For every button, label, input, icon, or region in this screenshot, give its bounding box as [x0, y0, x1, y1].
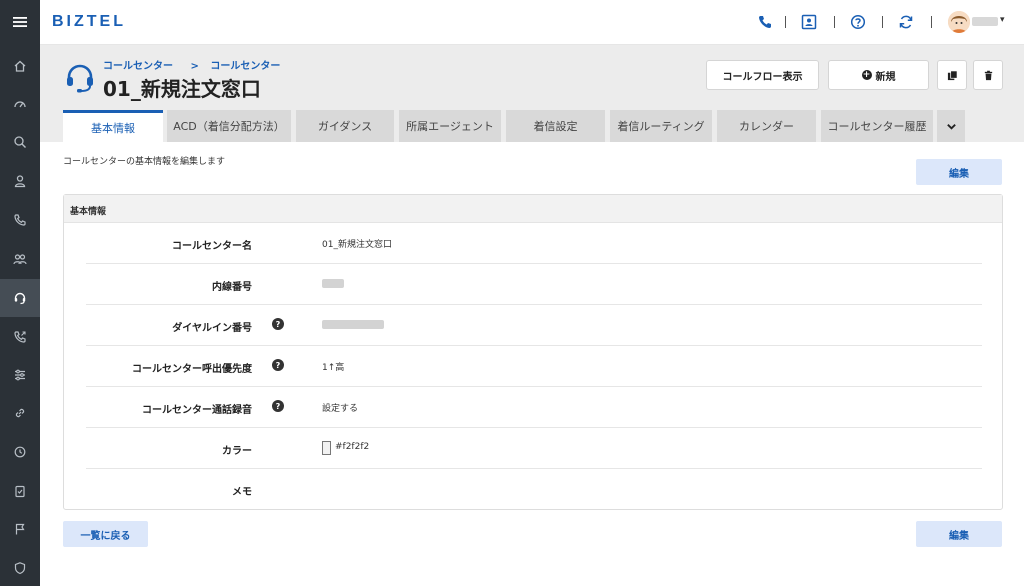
tab-label: 所属エージェント: [406, 120, 494, 133]
page-header: コールセンター > コールセンター 01_新規注文窓口 コールフロー表示 + 新…: [40, 45, 1024, 142]
tab-calendar[interactable]: カレンダー: [717, 110, 816, 142]
user-avatar-icon[interactable]: [948, 11, 970, 33]
phone-icon[interactable]: [756, 13, 774, 31]
row-label: カラー: [222, 446, 252, 457]
tab-incoming-settings[interactable]: 着信設定: [506, 110, 605, 142]
row-value: #f2f2f2: [335, 442, 370, 452]
callflow-button[interactable]: コールフロー表示: [706, 60, 819, 90]
breadcrumb-item[interactable]: コールセンター: [210, 61, 280, 72]
info-row-priority: コールセンター呼出優先度 ? 1↑高: [86, 346, 982, 387]
toolbar-divider: [882, 16, 883, 28]
tab-label: 着信ルーティング: [617, 120, 705, 133]
copy-button[interactable]: [937, 60, 967, 90]
row-label: ダイヤルイン番号: [172, 323, 252, 334]
row-value: 1↑高: [322, 363, 345, 373]
info-row-extension: 内線番号: [86, 264, 982, 305]
tab-label: 着信設定: [533, 120, 578, 133]
shield-icon[interactable]: [0, 549, 40, 586]
edit-button-top[interactable]: 編集: [916, 159, 1002, 185]
help-icon[interactable]: ?: [272, 400, 284, 412]
checklist-icon[interactable]: [0, 472, 40, 510]
new-button-label: 新規: [875, 71, 896, 83]
chevron-down-icon: [946, 123, 956, 130]
tabs-more-button[interactable]: [937, 110, 965, 142]
delete-button[interactable]: [973, 60, 1003, 90]
basic-info-card: 基本情報 コールセンター名 01_新規注文窓口 内線番号 ダイヤルイン番号 ? …: [63, 194, 1003, 510]
callcenter-headset-icon[interactable]: [0, 279, 40, 317]
group-icon[interactable]: [0, 240, 40, 278]
help-icon[interactable]: ?: [272, 318, 284, 330]
redacted-value: [322, 320, 384, 329]
tab-label: 基本情報: [91, 121, 135, 135]
dashboard-icon[interactable]: [0, 85, 40, 123]
tab-label: ガイダンス: [317, 120, 373, 133]
tab-acd[interactable]: ACD（着信分配方法）: [167, 110, 291, 142]
top-header: BIZTEL ▾: [40, 0, 1024, 45]
edit-button-label: 編集: [949, 168, 969, 180]
row-label: 内線番号: [212, 282, 252, 293]
edit-button-bottom[interactable]: 編集: [916, 521, 1002, 547]
tab-incoming-routing[interactable]: 着信ルーティング: [610, 110, 712, 142]
edit-button-label: 編集: [949, 530, 969, 542]
plus-circle-icon: +: [861, 70, 872, 80]
row-value: 設定する: [322, 404, 359, 414]
page-description: コールセンターの基本情報を編集します: [63, 157, 226, 167]
phone-forward-icon[interactable]: [0, 318, 40, 356]
user-name-redacted[interactable]: [972, 17, 998, 26]
contact-card-icon[interactable]: [800, 13, 818, 31]
new-button[interactable]: + 新規: [828, 60, 929, 90]
card-title: 基本情報: [64, 195, 1002, 223]
info-row-color: カラー #f2f2f2: [86, 428, 982, 469]
tab-label: カレンダー: [739, 120, 794, 133]
info-row-memo: メモ: [86, 469, 982, 510]
search-monitor-icon[interactable]: [0, 123, 40, 161]
phone-icon[interactable]: [0, 201, 40, 239]
tab-label: コールセンター履歴: [827, 120, 927, 133]
redacted-value: [322, 279, 344, 288]
color-swatch: [322, 441, 331, 455]
row-label: コールセンター通話録音: [142, 405, 252, 416]
info-row-recording: コールセンター通話録音 ? 設定する: [86, 387, 982, 428]
home-icon[interactable]: [0, 47, 40, 85]
sliders-icon[interactable]: [0, 356, 40, 394]
row-value: 01_新規注文窓口: [322, 240, 392, 250]
copy-icon: [947, 70, 957, 80]
breadcrumb: コールセンター > コールセンター: [103, 57, 286, 72]
chevron-down-icon[interactable]: ▾: [1000, 15, 1005, 25]
user-icon[interactable]: [0, 162, 40, 200]
row-label: メモ: [232, 487, 252, 498]
help-icon[interactable]: ?: [272, 359, 284, 371]
toolbar-divider: [931, 16, 932, 28]
headset-icon: [67, 64, 93, 93]
back-to-list-button[interactable]: 一覧に戻る: [63, 521, 148, 547]
tab-label: ACD（着信分配方法）: [173, 120, 285, 133]
toolbar-divider: [834, 16, 835, 28]
refresh-icon[interactable]: [897, 13, 915, 31]
tab-callcenter-history[interactable]: コールセンター履歴: [821, 110, 933, 142]
app-logo[interactable]: BIZTEL: [52, 13, 126, 31]
tab-agents[interactable]: 所属エージェント: [399, 110, 501, 142]
breadcrumb-item[interactable]: コールセンター: [103, 61, 173, 72]
history-icon[interactable]: [0, 433, 40, 471]
menu-icon[interactable]: [0, 3, 40, 41]
sidebar: [0, 0, 40, 586]
breadcrumb-separator: >: [190, 61, 199, 72]
row-label: コールセンター名: [172, 241, 252, 252]
info-row-dialin: ダイヤルイン番号 ?: [86, 305, 982, 346]
flag-icon[interactable]: [0, 510, 40, 548]
help-icon[interactable]: [849, 13, 867, 31]
back-button-label: 一覧に戻る: [80, 530, 131, 542]
tab-basic-info[interactable]: 基本情報: [63, 110, 163, 142]
tab-guidance[interactable]: ガイダンス: [296, 110, 394, 142]
trash-icon: [984, 70, 992, 80]
page-title: 01_新規注文窓口: [103, 77, 261, 101]
toolbar-divider: [785, 16, 786, 28]
link-icon[interactable]: [0, 394, 40, 432]
callflow-button-label: コールフロー表示: [722, 71, 803, 83]
info-row-name: コールセンター名 01_新規注文窓口: [86, 223, 982, 264]
row-label: コールセンター呼出優先度: [132, 364, 252, 375]
